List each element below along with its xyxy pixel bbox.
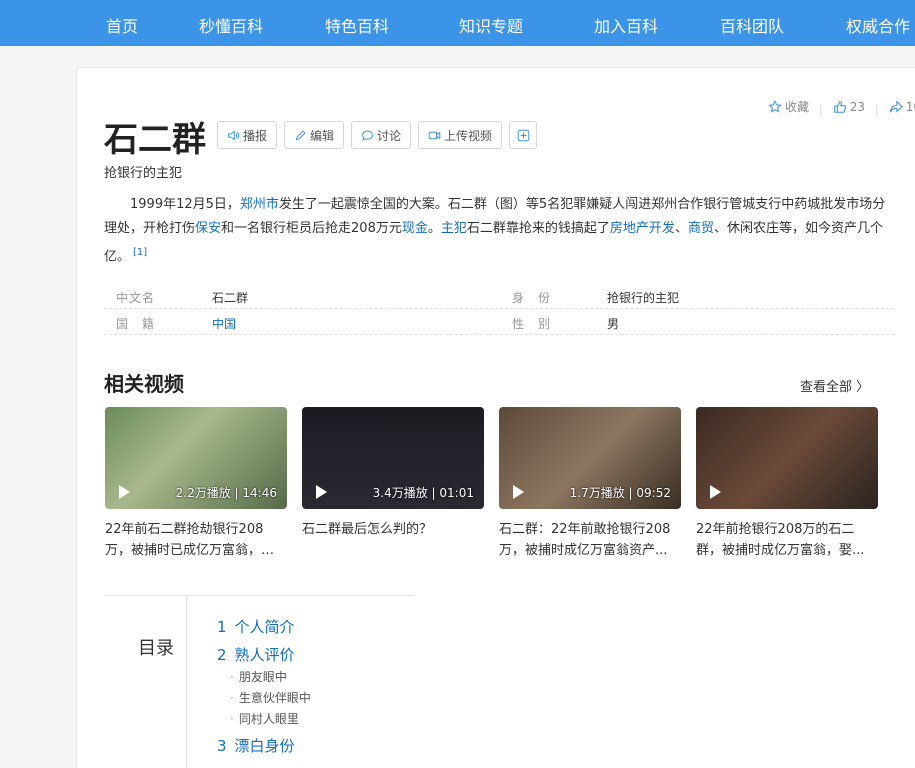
actions-divider: |	[818, 102, 823, 117]
entry-subtitle: 抢银行的主犯	[104, 166, 183, 181]
play-icon	[710, 485, 721, 499]
info-label-nationality: 国 籍	[116, 317, 156, 331]
view-all-videos-link[interactable]: 查看全部 〉	[800, 376, 869, 395]
video-camera-icon	[428, 131, 441, 139]
link-security-guard[interactable]: 保安	[195, 221, 221, 236]
info-label-identity: 身 份	[512, 291, 552, 305]
toc-text: 漂白身份	[234, 737, 295, 755]
link-cash[interactable]: 现金	[402, 221, 428, 236]
video-thumbnail[interactable]: 3.4万播放 | 01:01	[302, 407, 484, 509]
top-nav-bar: 首页 秒懂百科 特色百科 知识专题 加入百科 百科团队 权威合作	[0, 0, 915, 46]
summary-text: 和一名银行柜员后抢走208万元	[221, 221, 402, 236]
video-card[interactable]: 2.2万播放 | 14:46 22年前石二群抢劫银行208万，被捕时已成亿万富翁…	[105, 407, 287, 561]
speaker-icon	[228, 129, 240, 141]
video-caption[interactable]: 石二群：22年前敢抢银行208万，被捕时成亿万富翁资产...	[499, 519, 681, 561]
video-card[interactable]: 1.7万播放 | 09:52 石二群：22年前敢抢银行208万，被捕时成亿万富翁…	[499, 407, 681, 561]
plus-icon	[517, 129, 529, 141]
info-row: 国 籍 中国 性 别 男	[104, 309, 894, 335]
video-thumbnail[interactable]: 1.7万播放 | 09:52	[499, 407, 681, 509]
nav-join[interactable]: 加入百科	[594, 13, 658, 37]
actions-divider: |	[874, 102, 879, 117]
video-thumbnail[interactable]: 2.2万播放 | 14:46	[105, 407, 287, 509]
link-commerce[interactable]: 商贸	[688, 221, 714, 236]
share-count: 10	[905, 99, 915, 114]
summary-text: 石二群靠抢来的钱搞起了	[466, 221, 610, 236]
title-toolbar: 播报 编辑 讨论 上传视频	[217, 121, 538, 149]
toc-divider	[186, 596, 187, 768]
info-value-gender: 男	[607, 317, 620, 331]
discuss-label: 讨论	[377, 128, 402, 143]
table-of-contents: 目录 1 个人简介 2 熟人评价 朋友眼中 生意伙伴眼中 同村人眼里 3 漂白身份	[104, 595, 415, 768]
thumbs-up-icon	[833, 100, 846, 113]
favorite-label: 收藏	[785, 100, 810, 114]
like-count: 23	[849, 99, 865, 114]
nav-featured[interactable]: 特色百科	[325, 13, 389, 37]
toc-item[interactable]: 3 漂白身份	[217, 735, 295, 756]
upload-video-label: 上传视频	[444, 128, 493, 143]
read-aloud-button[interactable]: 播报	[217, 121, 278, 149]
toc-item[interactable]: 1 个人简介	[217, 616, 295, 637]
upload-video-button[interactable]: 上传视频	[418, 121, 503, 149]
link-zhengzhou[interactable]: 郑州市	[240, 197, 279, 212]
toc-subitem[interactable]: 同村人眼里	[230, 710, 299, 727]
info-row: 中文名 石二群 身 份 抢银行的主犯	[104, 283, 894, 309]
video-meta: 1.7万播放 | 09:52	[569, 486, 671, 500]
video-caption[interactable]: 石二群最后怎么判的？	[302, 519, 484, 561]
play-icon	[119, 485, 130, 499]
info-label-gender: 性 别	[512, 317, 552, 331]
video-caption[interactable]: 22年前抢银行208万的石二群，被捕时成亿万富翁，娶...	[696, 519, 878, 561]
share-icon	[889, 100, 903, 113]
video-thumbnail[interactable]	[696, 407, 878, 509]
video-card[interactable]: 22年前抢银行208万的石二群，被捕时成亿万富翁，娶...	[696, 407, 878, 561]
toc-subitem[interactable]: 朋友眼中	[230, 668, 287, 685]
pencil-icon	[295, 129, 306, 140]
edit-label: 编辑	[310, 128, 335, 143]
info-label-chinese-name: 中文名	[116, 291, 156, 305]
nav-team[interactable]: 百科团队	[720, 13, 784, 37]
toc-number: 2	[217, 646, 227, 664]
nav-cooperation[interactable]: 权威合作	[846, 13, 910, 37]
chat-bubble-icon	[362, 130, 373, 141]
entry-summary: 1999年12月5日，郑州市发生了一起震惊全国的大案。石二群（图）等5名犯罪嫌疑…	[104, 193, 894, 269]
video-caption[interactable]: 22年前石二群抢劫银行208万，被捕时已成亿万富翁，如今...	[105, 519, 287, 561]
entry-actions: 收藏 | 23 | 10	[768, 98, 915, 117]
summary-text: 1999年12月5日，	[130, 197, 240, 212]
add-button[interactable]	[509, 121, 538, 149]
read-aloud-label: 播报	[243, 128, 268, 143]
discuss-button[interactable]: 讨论	[351, 121, 412, 149]
play-icon	[513, 485, 524, 499]
info-value-identity: 抢银行的主犯	[607, 291, 680, 305]
toc-text: 个人简介	[234, 618, 295, 636]
like-button[interactable]: 23	[833, 100, 865, 114]
info-value-chinese-name: 石二群	[212, 291, 249, 305]
reference-link[interactable]: [1]	[133, 247, 147, 258]
video-meta: 3.4万播放 | 01:01	[372, 486, 474, 500]
nav-topics[interactable]: 知识专题	[459, 13, 523, 37]
favorite-button[interactable]: 收藏	[768, 98, 809, 115]
video-meta: 2.2万播放 | 14:46	[175, 486, 277, 500]
toc-number: 3	[217, 737, 227, 755]
related-videos-heading: 相关视频	[104, 372, 184, 396]
edit-button[interactable]: 编辑	[284, 121, 345, 149]
summary-text: 、	[674, 221, 688, 236]
toc-number: 1	[217, 618, 227, 636]
info-value-nationality[interactable]: 中国	[212, 315, 236, 332]
share-button[interactable]: 10	[889, 100, 915, 114]
star-icon	[768, 99, 782, 113]
summary-text: 。	[427, 221, 441, 236]
play-icon	[316, 485, 327, 499]
nav-home[interactable]: 首页	[106, 13, 138, 37]
video-card[interactable]: 3.4万播放 | 01:01 石二群最后怎么判的？	[302, 407, 484, 561]
toc-label: 目录	[138, 638, 174, 659]
toc-text: 熟人评价	[234, 646, 295, 664]
basic-info-table: 中文名 石二群 身 份 抢银行的主犯 国 籍 中国 性 别 男	[104, 283, 894, 335]
nav-miaodong[interactable]: 秒懂百科	[199, 13, 263, 37]
link-real-estate[interactable]: 房地产开发	[610, 221, 675, 236]
page-title: 石二群	[104, 120, 206, 160]
toc-item[interactable]: 2 熟人评价	[217, 644, 295, 665]
toc-subitem[interactable]: 生意伙伴眼中	[230, 689, 311, 706]
link-principal-offender[interactable]: 主犯	[441, 221, 467, 236]
